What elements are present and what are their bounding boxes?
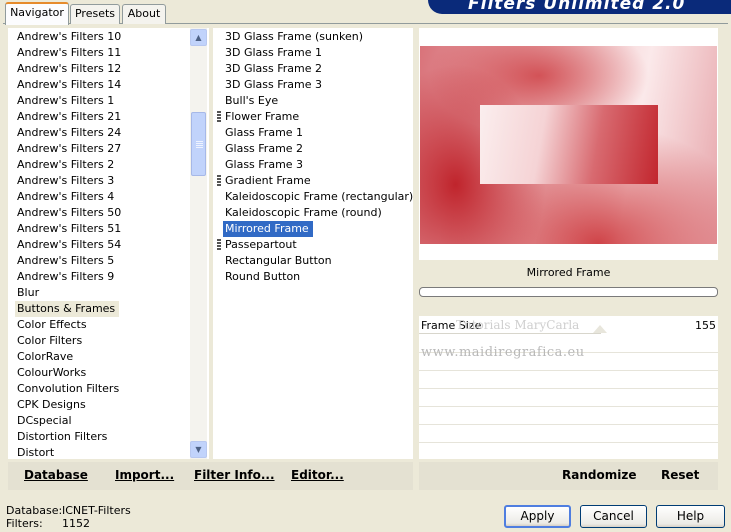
scroll-down-button[interactable]: ▼ <box>190 441 207 458</box>
filter-item[interactable]: Kaleidoscopic Frame (round) <box>225 205 382 221</box>
category-item[interactable]: ColourWorks <box>17 365 86 381</box>
filter-item[interactable]: Glass Frame 3 <box>225 157 303 173</box>
param-divider <box>419 442 718 443</box>
category-item[interactable]: Blur <box>17 285 39 301</box>
status-database-value: ICNET-Filters <box>62 504 131 517</box>
tab-navigator[interactable]: Navigator <box>5 2 69 25</box>
filter-item[interactable]: 3D Glass Frame (sunken) <box>225 29 363 45</box>
scroll-thumb[interactable] <box>191 112 206 176</box>
thumb-grip-line <box>196 145 203 146</box>
editor-button[interactable]: Editor... <box>291 468 344 482</box>
category-item[interactable]: Andrew's Filters 24 <box>17 125 121 141</box>
category-item[interactable]: CPK Designs <box>17 397 86 413</box>
filter-item[interactable]: Round Button <box>225 269 300 285</box>
tab-presets[interactable]: Presets <box>70 4 120 24</box>
category-item[interactable]: Andrew's Filters 54 <box>17 237 121 253</box>
param-value-frame-size: 155 <box>695 319 716 332</box>
category-item[interactable]: Andrew's Filters 21 <box>17 109 121 125</box>
filter-item[interactable]: Flower Frame <box>225 109 299 125</box>
category-item[interactable]: Andrew's Filters 50 <box>17 205 121 221</box>
param-divider <box>419 406 718 407</box>
chevron-down-icon: ▼ <box>195 445 202 454</box>
watermark-line-1: Tutorials MaryCarla <box>456 318 580 332</box>
app-title: Filters Unlimited 2.0 <box>468 0 686 14</box>
tab-about[interactable]: About <box>122 4 166 24</box>
help-button[interactable]: Help <box>656 505 725 528</box>
preview-image <box>420 46 717 244</box>
preview-inner-rectangle <box>480 105 658 184</box>
category-item[interactable]: Convolution Filters <box>17 381 119 397</box>
preview-filter-name: Mirrored Frame <box>526 266 611 279</box>
filter-item[interactable]: Passepartout <box>225 237 297 253</box>
filter-item[interactable]: Glass Frame 1 <box>225 125 303 141</box>
thumb-grip-line <box>196 143 203 144</box>
category-item[interactable]: Distort <box>17 445 54 459</box>
slider-thumb-icon[interactable] <box>593 325 607 333</box>
category-item[interactable]: Andrew's Filters 27 <box>17 141 121 157</box>
group-marker-icon <box>217 111 221 123</box>
filter-item[interactable]: Rectangular Button <box>225 253 332 269</box>
thumb-grip-line <box>196 141 203 142</box>
filter-item[interactable]: Gradient Frame <box>225 173 311 189</box>
scroll-up-button[interactable]: ▲ <box>190 29 207 46</box>
category-item[interactable]: Color Filters <box>17 333 82 349</box>
filter-item[interactable]: Glass Frame 2 <box>225 141 303 157</box>
param-divider <box>419 370 718 371</box>
category-list[interactable]: Andrew's Filters 10 Andrew's Filters 11 An… <box>8 28 209 459</box>
group-marker-icon <box>217 239 221 251</box>
category-scrollbar[interactable]: ▲ ▼ <box>190 28 207 459</box>
database-button[interactable]: Database <box>24 468 88 482</box>
cancel-button[interactable]: Cancel <box>580 505 647 528</box>
filter-item[interactable]: Kaleidoscopic Frame (rectangular) <box>225 189 413 205</box>
category-item[interactable]: Andrew's Filters 3 <box>17 173 114 189</box>
category-list-items: Andrew's Filters 10 Andrew's Filters 11 An… <box>15 28 197 459</box>
category-item[interactable]: Andrew's Filters 51 <box>17 221 121 237</box>
watermark-line-2: www.maidiregrafica.eu <box>421 345 585 360</box>
filter-item[interactable]: 3D Glass Frame 2 <box>225 61 322 77</box>
filter-item[interactable]: Mirrored Frame <box>223 221 313 237</box>
filter-item[interactable]: 3D Glass Frame 1 <box>225 45 322 61</box>
group-marker-icon <box>217 175 221 187</box>
category-item[interactable]: Distortion Filters <box>17 429 107 445</box>
thumb-grip-line <box>196 147 203 148</box>
app-banner: Filters Unlimited 2.0 <box>428 0 731 14</box>
category-item[interactable]: Andrew's Filters 12 <box>17 61 121 77</box>
category-item[interactable]: Andrew's Filters 5 <box>17 253 114 269</box>
category-item[interactable]: Andrew's Filters 10 <box>17 29 121 45</box>
filter-list-items: 3D Glass Frame (sunken) 3D Glass Frame 13… <box>213 28 413 459</box>
category-item[interactable]: Andrew's Filters 4 <box>17 189 114 205</box>
param-divider <box>419 424 718 425</box>
reset-button[interactable]: Reset <box>661 468 699 482</box>
filter-item[interactable]: Bull's Eye <box>225 93 278 109</box>
category-item[interactable]: Andrew's Filters 1 <box>17 93 114 109</box>
preview-panel <box>419 28 718 260</box>
apply-button[interactable]: Apply <box>504 505 571 528</box>
progress-bar <box>419 287 718 297</box>
filter-info-button[interactable]: Filter Info... <box>194 468 275 482</box>
category-item[interactable]: ColorRave <box>17 349 73 365</box>
status-filters-value: 1152 <box>62 517 90 530</box>
chevron-up-icon: ▲ <box>195 33 202 42</box>
category-item[interactable]: Andrew's Filters 9 <box>17 269 114 285</box>
category-item[interactable]: Andrew's Filters 11 <box>17 45 121 61</box>
filter-item[interactable]: 3D Glass Frame 3 <box>225 77 322 93</box>
randomize-button[interactable]: Randomize <box>562 468 636 482</box>
import-button[interactable]: Import... <box>115 468 174 482</box>
category-item[interactable]: Andrew's Filters 14 <box>17 77 121 93</box>
category-item[interactable]: Color Effects <box>17 317 87 333</box>
status-filters-label: Filters: <box>6 517 43 530</box>
category-item[interactable]: Buttons & Frames <box>15 301 120 317</box>
status-database-label: Database: <box>6 504 63 517</box>
category-item[interactable]: DCspecial <box>17 413 72 429</box>
category-item[interactable]: Andrew's Filters 2 <box>17 157 114 173</box>
param-divider <box>419 388 718 389</box>
filter-list[interactable]: 3D Glass Frame (sunken) 3D Glass Frame 13… <box>213 28 413 459</box>
